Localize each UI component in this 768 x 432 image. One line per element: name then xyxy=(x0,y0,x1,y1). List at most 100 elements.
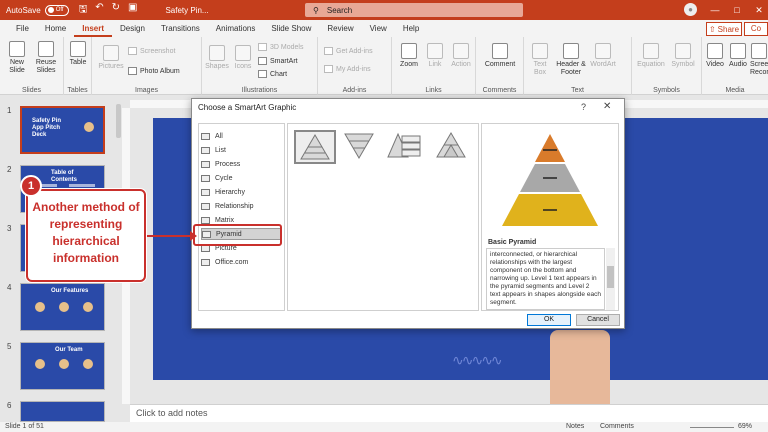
search-box[interactable]: ⚲ Search xyxy=(305,3,523,17)
group-label: Slides xyxy=(21,87,42,94)
new-slide-icon xyxy=(9,41,25,57)
text-box-button[interactable]: Text Box xyxy=(528,43,552,77)
category-process[interactable]: Process xyxy=(201,158,281,170)
group-addins: Get Add-ins My Add-ins Add-ins xyxy=(318,37,392,95)
close-icon[interactable]: ✕ xyxy=(603,101,611,112)
zoom-button[interactable]: Zoom xyxy=(396,43,422,69)
save-icon[interactable]: 🖫 xyxy=(79,2,88,19)
category-all[interactable]: All xyxy=(201,130,281,142)
tab-review[interactable]: Review xyxy=(319,21,361,37)
basic-pyramid-thumb-icon xyxy=(300,134,330,160)
category-list-item[interactable]: List xyxy=(201,144,281,156)
comments-toggle[interactable]: Comments xyxy=(600,423,634,430)
minimize-icon[interactable]: — xyxy=(704,0,726,20)
category-cycle[interactable]: Cycle xyxy=(201,172,281,184)
reuse-slides-button[interactable]: Reuse Slides xyxy=(31,41,61,75)
zoom-slider[interactable] xyxy=(690,427,734,428)
zoom-icon xyxy=(401,43,417,59)
3d-models-button[interactable]: 3D Models xyxy=(258,43,303,51)
chart-button[interactable]: Chart xyxy=(258,70,287,78)
header-footer-button[interactable]: Header & Footer xyxy=(554,43,588,77)
status-bar: Slide 1 of 51 Notes Comments 69% xyxy=(0,422,768,432)
category-label: Hierarchy xyxy=(215,188,245,196)
tab-insert[interactable]: Insert xyxy=(74,21,113,37)
comments-button[interactable]: Co xyxy=(744,22,768,36)
autosave-toggle[interactable]: Off xyxy=(44,4,69,16)
hierarchy-icon xyxy=(201,188,210,196)
reuse-slides-label: Reuse Slides xyxy=(35,59,57,74)
ok-button[interactable]: OK xyxy=(527,314,571,326)
tab-view[interactable]: View xyxy=(362,21,395,37)
slide-number: 2 xyxy=(7,165,12,174)
symbol-button[interactable]: Symbol xyxy=(668,43,698,69)
layout-basic-pyramid[interactable] xyxy=(294,130,336,164)
tab-help[interactable]: Help xyxy=(395,21,427,37)
description-scrollbar[interactable] xyxy=(606,248,615,310)
3d-models-label: 3D Models xyxy=(270,43,304,51)
notes-toggle[interactable]: Notes xyxy=(566,423,584,430)
tab-file[interactable]: File xyxy=(8,21,37,37)
smartart-label: SmartArt xyxy=(270,57,298,65)
audio-button[interactable]: Audio xyxy=(727,43,749,69)
action-button[interactable]: Action xyxy=(448,43,474,69)
tab-transitions[interactable]: Transitions xyxy=(153,21,208,37)
segmented-pyramid-thumb-icon xyxy=(436,132,466,158)
group-images: Pictures Screenshot Photo Album Images xyxy=(92,37,202,95)
cancel-button[interactable]: Cancel xyxy=(576,314,620,326)
redo-icon[interactable]: ↻ xyxy=(112,2,120,19)
tab-slide-show[interactable]: Slide Show xyxy=(263,21,319,37)
undo-icon[interactable]: ↶ xyxy=(95,2,103,19)
layout-segmented-pyramid[interactable] xyxy=(432,130,474,164)
equation-button[interactable]: Equation xyxy=(634,43,668,69)
zoom-level[interactable]: 69% xyxy=(738,423,752,430)
get-addins-button[interactable]: Get Add-ins xyxy=(324,47,373,55)
icons-button[interactable]: Icons xyxy=(230,45,256,71)
close-window-icon[interactable]: ✕ xyxy=(748,0,768,20)
group-label: Symbols xyxy=(653,87,680,94)
shapes-button[interactable]: Shapes xyxy=(204,45,230,71)
category-hierarchy[interactable]: Hierarchy xyxy=(201,186,281,198)
cycle-icon xyxy=(201,174,210,182)
share-button[interactable]: ⇧ Share xyxy=(706,22,742,36)
layout-pyramid-list[interactable] xyxy=(386,130,428,164)
photo-album-button[interactable]: Photo Album xyxy=(128,67,180,75)
tab-animations[interactable]: Animations xyxy=(208,21,264,37)
pictures-button[interactable]: Pictures xyxy=(96,45,126,71)
layout-gallery xyxy=(287,123,479,311)
avatar[interactable]: ● xyxy=(684,3,697,16)
thumbnail-title: Table of Contents xyxy=(51,170,77,183)
equation-label: Equation xyxy=(637,61,665,68)
link-button[interactable]: Link xyxy=(422,43,448,69)
present-icon[interactable]: ▣ xyxy=(128,2,137,19)
my-addins-button[interactable]: My Add-ins xyxy=(324,65,371,73)
pictures-label: Pictures xyxy=(98,63,124,70)
category-relationship[interactable]: Relationship xyxy=(201,200,281,212)
help-icon[interactable]: ? xyxy=(581,102,586,112)
layout-inverted-pyramid[interactable] xyxy=(340,130,382,164)
wordart-button[interactable]: WordArt xyxy=(588,43,618,69)
smartart-button[interactable]: SmartArt xyxy=(258,57,298,65)
slide-thumbnail-4[interactable]: Our Features xyxy=(20,283,105,331)
slide-thumbnail-6[interactable] xyxy=(20,401,105,422)
new-slide-button[interactable]: New Slide xyxy=(3,41,31,75)
category-office-com[interactable]: Office.com xyxy=(201,256,281,268)
screen-recording-button[interactable]: Screen Recording xyxy=(750,43,768,77)
group-text: Text Box Header & Footer WordArt Text xyxy=(524,37,632,95)
screenshot-button[interactable]: Screenshot xyxy=(128,47,175,55)
group-label: Text xyxy=(571,87,584,94)
maximize-icon[interactable]: □ xyxy=(726,0,748,20)
tab-design[interactable]: Design xyxy=(112,21,153,37)
slide-thumbnail-5[interactable]: Our Team xyxy=(20,342,105,390)
category-label: All xyxy=(215,132,223,140)
notes-pane[interactable]: Click to add notes xyxy=(130,404,768,422)
tab-home[interactable]: Home xyxy=(37,21,74,37)
table-button[interactable]: Table xyxy=(66,41,90,67)
thumbnails-scrollbar[interactable] xyxy=(116,104,121,138)
group-label: Tables xyxy=(67,87,88,94)
slide-thumbnail-1[interactable]: Safety Pin App Pitch Deck xyxy=(20,106,105,154)
group-tables: Table Tables xyxy=(64,37,92,95)
comment-button[interactable]: Comment xyxy=(482,43,518,69)
scrollbar-thumb[interactable] xyxy=(607,266,614,288)
video-button[interactable]: Video xyxy=(704,43,726,69)
share-label: Share xyxy=(717,24,740,34)
